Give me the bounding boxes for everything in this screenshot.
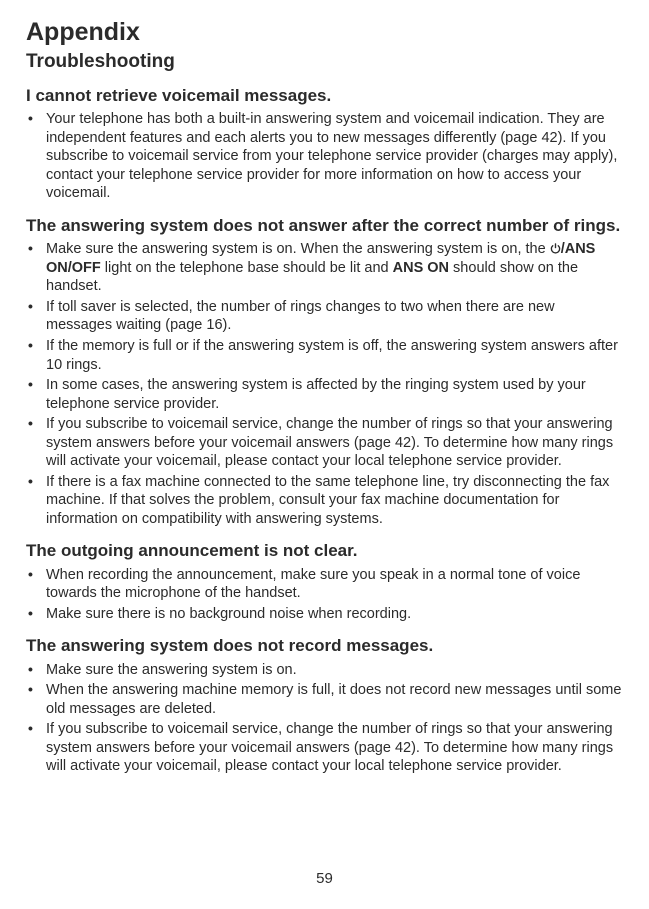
page-subtitle: Troubleshooting xyxy=(26,51,623,73)
list-item: When recording the announcement, make su… xyxy=(26,566,623,603)
list-item: When the answering machine memory is ful… xyxy=(26,681,623,718)
bullet-list: When recording the announcement, make su… xyxy=(26,566,623,624)
bullet-list: Your telephone has both a built-in answe… xyxy=(26,110,623,203)
section-heading: The answering system does not answer aft… xyxy=(26,215,623,236)
list-item: Make sure the answering system is on. xyxy=(26,661,623,680)
bullet-list: Make sure the answering system is on. Wh… xyxy=(26,240,623,528)
list-item: If there is a fax machine connected to t… xyxy=(26,473,623,529)
section-heading: The outgoing announcement is not clear. xyxy=(26,540,623,561)
power-icon xyxy=(550,243,561,254)
list-item: If you subscribe to voicemail service, c… xyxy=(26,415,623,471)
page-number: 59 xyxy=(0,870,649,887)
list-item: If toll saver is selected, the number of… xyxy=(26,298,623,335)
list-item: If you subscribe to voicemail service, c… xyxy=(26,720,623,776)
content-sections: I cannot retrieve voicemail messages. You… xyxy=(26,85,623,776)
list-item: If the memory is full or if the answerin… xyxy=(26,337,623,374)
bold-text: ANS ON xyxy=(393,260,449,276)
list-item: Make sure there is no background noise w… xyxy=(26,605,623,624)
bullet-list: Make sure the answering system is on.Whe… xyxy=(26,661,623,776)
list-item: Make sure the answering system is on. Wh… xyxy=(26,240,623,296)
list-item: In some cases, the answering system is a… xyxy=(26,376,623,413)
bold-text: /ANS ON/OFF xyxy=(46,241,595,276)
page-title: Appendix xyxy=(26,18,623,47)
section-heading: The answering system does not record mes… xyxy=(26,635,623,656)
list-item: Your telephone has both a built-in answe… xyxy=(26,110,623,203)
section-heading: I cannot retrieve voicemail messages. xyxy=(26,85,623,106)
